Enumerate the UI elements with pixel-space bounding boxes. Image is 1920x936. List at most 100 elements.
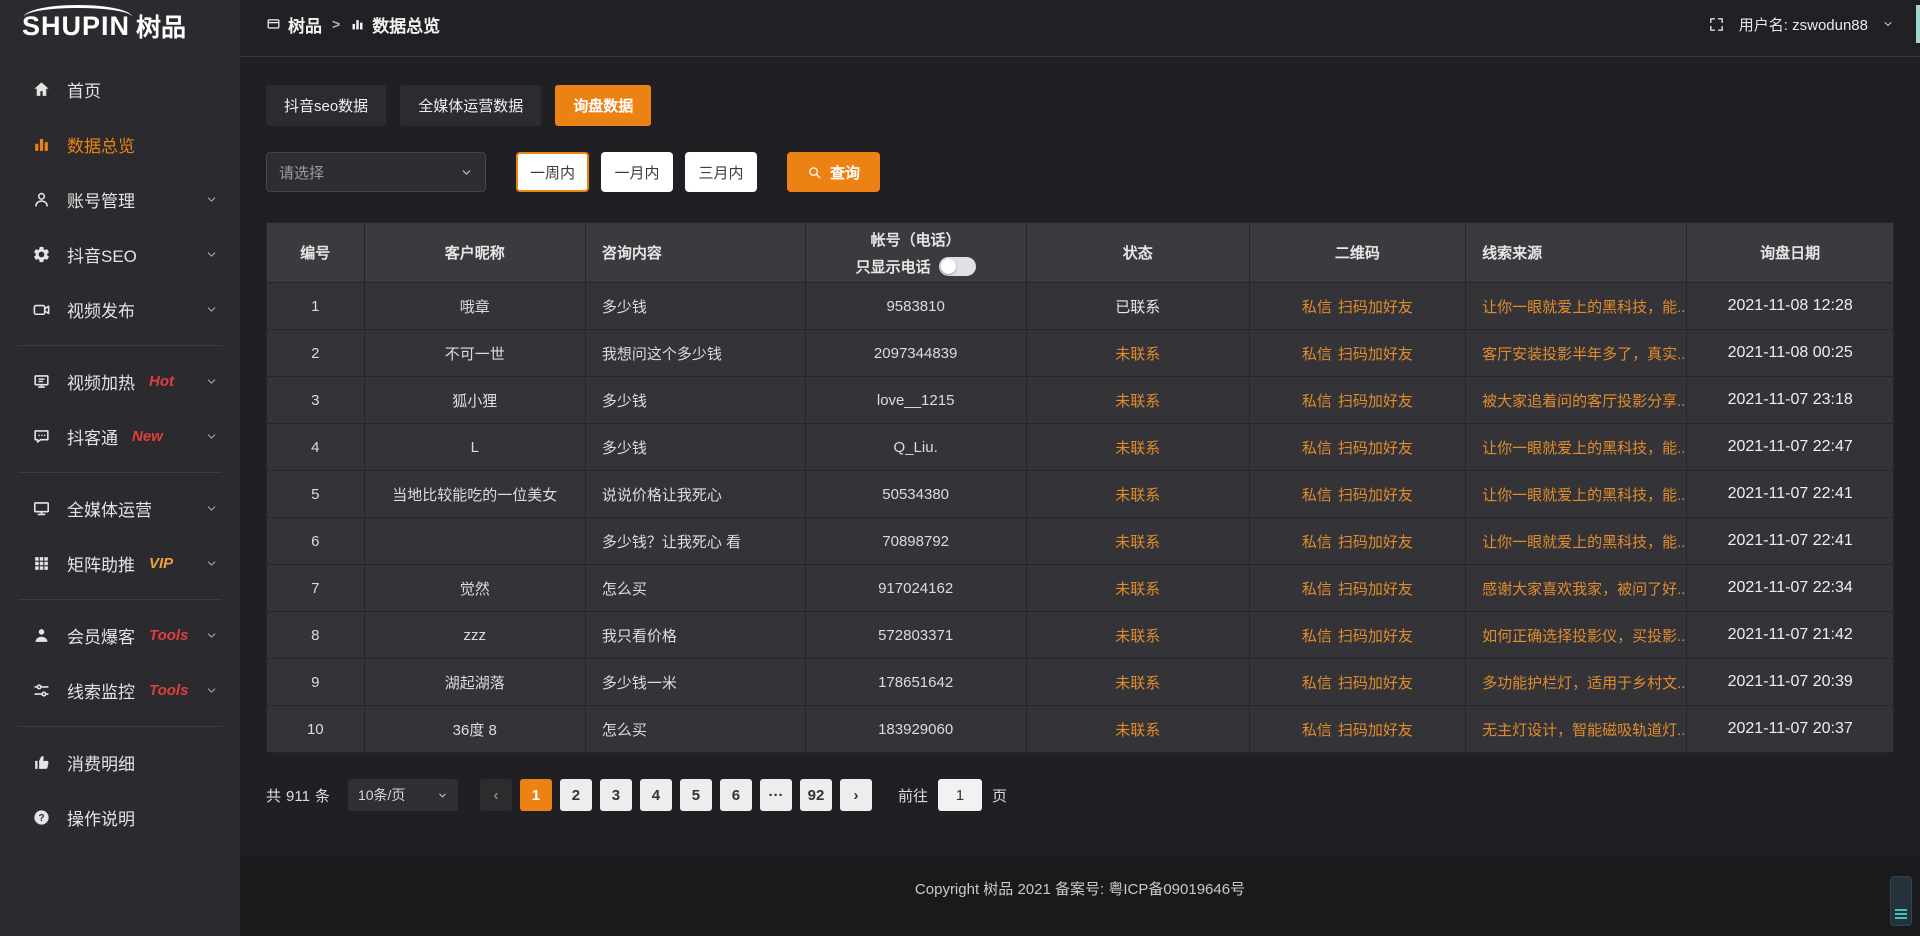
sidebar-item-badge: Tools <box>149 627 188 644</box>
tab-omnimedia-data[interactable]: 全媒体运营数据 <box>400 85 541 126</box>
sidebar-divider <box>18 472 222 473</box>
qr-link[interactable]: 私信 <box>1302 628 1332 645</box>
qr-link[interactable]: 扫码加好友 <box>1338 299 1413 316</box>
page-size-select[interactable]: 10条/页 <box>348 779 458 811</box>
qr-link[interactable]: 私信 <box>1302 393 1332 410</box>
page-buttons: 123456···92 <box>520 779 832 811</box>
username-display[interactable]: 用户名: zswodun88 <box>1739 14 1868 35</box>
inquiry-table: 编号客户昵称咨询内容帐号（电话）只显示电话状态二维码线索来源询盘日期 1哦章多少… <box>266 222 1894 753</box>
cell-status: 未联系 <box>1026 659 1249 706</box>
cell-no: 2 <box>267 330 365 377</box>
cell-source[interactable]: 如何正确选择投影仪，买投影... <box>1466 612 1687 659</box>
qr-link[interactable]: 私信 <box>1302 440 1332 457</box>
qr-link[interactable]: 私信 <box>1302 534 1332 551</box>
cell-account: 183929060 <box>805 706 1026 753</box>
phone-only-toggle[interactable] <box>939 257 976 276</box>
username-label: 用户名: <box>1739 17 1788 34</box>
sidebar-item-help[interactable]: ?操作说明 <box>0 790 240 845</box>
cell-source[interactable]: 让你一眼就爱上的黑科技，能... <box>1466 471 1687 518</box>
corner-widget[interactable] <box>1890 876 1912 926</box>
cell-status: 未联系 <box>1026 377 1249 424</box>
cell-no: 9 <box>267 659 365 706</box>
sidebar-item-douketong[interactable]: 抖客通New <box>0 409 240 464</box>
qr-link[interactable]: 扫码加好友 <box>1338 675 1413 692</box>
range-button-one-week[interactable]: 一周内 <box>516 152 589 192</box>
cell-source[interactable]: 感谢大家喜欢我家，被问了好... <box>1466 565 1687 612</box>
table-row: 2不可一世我想问这个多少钱2097344839未联系私信扫码加好友客厅安装投影半… <box>267 330 1894 377</box>
tab-inquiry-data[interactable]: 询盘数据 <box>555 85 651 126</box>
sidebar-item-video-publish[interactable]: 视频发布 <box>0 282 240 337</box>
qr-link[interactable]: 扫码加好友 <box>1338 440 1413 457</box>
column-header: 客户昵称 <box>364 223 585 283</box>
prev-page-button[interactable]: ‹ <box>480 779 512 811</box>
cell-date: 2021-11-07 21:42 <box>1687 612 1894 659</box>
qr-link[interactable]: 扫码加好友 <box>1338 487 1413 504</box>
qr-link[interactable]: 私信 <box>1302 722 1332 739</box>
cell-source[interactable]: 无主灯设计，智能磁吸轨道灯... <box>1466 706 1687 753</box>
goto-page-input[interactable]: 1 <box>938 779 982 811</box>
cell-source[interactable]: 多功能护栏灯，适用于乡村文... <box>1466 659 1687 706</box>
cell-source[interactable]: 让你一眼就爱上的黑科技，能... <box>1466 518 1687 565</box>
page-button-1[interactable]: 1 <box>520 779 552 811</box>
qr-link[interactable]: 私信 <box>1302 346 1332 363</box>
sidebar-item-member-burst[interactable]: 会员爆客Tools <box>0 608 240 663</box>
range-button-three-months[interactable]: 三月内 <box>685 152 757 192</box>
breadcrumb-root-label: 树品 <box>288 12 322 37</box>
tab-douyin-seo-data[interactable]: 抖音seo数据 <box>266 85 386 126</box>
sidebar-item-badge: New <box>132 428 163 445</box>
sidebar-item-account[interactable]: 账号管理 <box>0 172 240 227</box>
cell-source[interactable]: 让你一眼就爱上的黑科技，能... <box>1466 424 1687 471</box>
logo-arc <box>24 5 132 17</box>
sidebar-item-matrix-boost[interactable]: 矩阵助推VIP <box>0 536 240 591</box>
sidebar-item-home[interactable]: 首页 <box>0 62 240 117</box>
search-button[interactable]: 查询 <box>787 152 880 192</box>
page-button-2[interactable]: 2 <box>560 779 592 811</box>
cell-qrcode: 私信扫码加好友 <box>1249 706 1465 753</box>
breadcrumb-root[interactable]: 树品 <box>266 12 322 37</box>
qr-link[interactable]: 私信 <box>1302 581 1332 598</box>
filter-select[interactable]: 请选择 <box>266 152 486 192</box>
next-page-button[interactable]: › <box>840 779 872 811</box>
page-ellipsis-button[interactable]: ··· <box>760 779 792 811</box>
scrollbar-thumb[interactable] <box>1916 5 1920 43</box>
page-button-6[interactable]: 6 <box>720 779 752 811</box>
qr-link[interactable]: 扫码加好友 <box>1338 628 1413 645</box>
qr-link[interactable]: 扫码加好友 <box>1338 722 1413 739</box>
cell-qrcode: 私信扫码加好友 <box>1249 330 1465 377</box>
qr-link[interactable]: 扫码加好友 <box>1338 346 1413 363</box>
video-icon <box>32 300 51 319</box>
sidebar-item-video-heat[interactable]: 视频加热Hot <box>0 354 240 409</box>
sidebar-item-lead-monitor[interactable]: 线索监控Tools <box>0 663 240 718</box>
cell-status: 未联系 <box>1026 612 1249 659</box>
chevron-down-icon[interactable] <box>1882 18 1894 30</box>
breadcrumb-current[interactable]: 数据总览 <box>350 12 440 37</box>
cell-nickname: 觉然 <box>364 565 585 612</box>
bar-chart-icon <box>32 135 51 154</box>
cell-qrcode: 私信扫码加好友 <box>1249 424 1465 471</box>
page-button-92[interactable]: 92 <box>800 779 832 811</box>
cell-source[interactable]: 客厅安装投影半年多了，真实... <box>1466 330 1687 377</box>
qr-link[interactable]: 私信 <box>1302 487 1332 504</box>
sidebar-item-douyin-seo[interactable]: 抖音SEO <box>0 227 240 282</box>
content-area: 抖音seo数据全媒体运营数据询盘数据 请选择 一周内一月内三月内 查询 编号客户… <box>240 57 1920 856</box>
qr-link[interactable]: 扫码加好友 <box>1338 581 1413 598</box>
cell-no: 4 <box>267 424 365 471</box>
chevron-down-icon <box>205 502 218 515</box>
fullscreen-icon[interactable] <box>1708 16 1725 33</box>
page-button-3[interactable]: 3 <box>600 779 632 811</box>
sidebar-item-consumption[interactable]: 消费明细 <box>0 735 240 790</box>
qr-link[interactable]: 扫码加好友 <box>1338 534 1413 551</box>
qr-link[interactable]: 私信 <box>1302 675 1332 692</box>
page-button-5[interactable]: 5 <box>680 779 712 811</box>
range-button-one-month[interactable]: 一月内 <box>601 152 673 192</box>
cell-account: 2097344839 <box>805 330 1026 377</box>
qr-link[interactable]: 扫码加好友 <box>1338 393 1413 410</box>
bar-chart-icon <box>350 17 365 32</box>
cell-source[interactable]: 被大家追着问的客厅投影分享... <box>1466 377 1687 424</box>
qr-link[interactable]: 私信 <box>1302 299 1332 316</box>
screen-icon <box>266 17 281 32</box>
sidebar-item-data-overview[interactable]: 数据总览 <box>0 117 240 172</box>
cell-source[interactable]: 让你一眼就爱上的黑科技，能... <box>1466 283 1687 330</box>
page-button-4[interactable]: 4 <box>640 779 672 811</box>
sidebar-item-omnimedia[interactable]: 全媒体运营 <box>0 481 240 536</box>
